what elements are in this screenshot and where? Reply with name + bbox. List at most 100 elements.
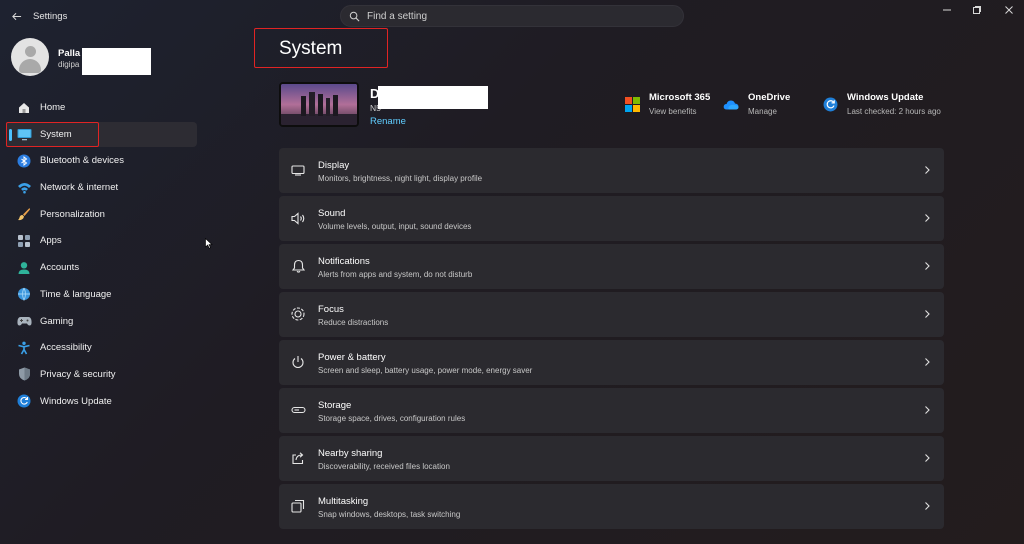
quick-link-title: Microsoft 365 [649,92,711,103]
home-icon [16,100,32,116]
close-button[interactable] [994,2,1024,18]
restore-icon [973,6,981,14]
brush-icon [16,206,32,222]
settings-card-sound[interactable]: Sound Volume levels, output, input, soun… [279,196,944,241]
windows-update-icon [822,96,838,112]
sidebar-item-label: Bluetooth & devices [40,155,124,167]
wallpaper-image [281,84,357,125]
wifi-icon [16,180,32,196]
redaction-box [82,48,151,75]
onedrive-icon [723,96,739,112]
avatar-head [25,46,36,57]
chevron-right-icon [925,502,930,510]
update-icon [16,393,32,409]
display-icon [290,162,306,178]
sidebar-item-label: Accounts [40,262,80,274]
storage-icon [290,402,306,418]
sidebar-item-network[interactable]: Network & internet [6,175,197,200]
settings-card-power-battery[interactable]: Power & battery Screen and sleep, batter… [279,340,944,385]
chevron-right-icon [925,454,930,462]
rename-link[interactable]: Rename [370,116,406,127]
chevron-right-icon [925,310,930,318]
back-button[interactable] [8,8,24,24]
settings-window: Settings Palla digipa Home [0,0,1024,544]
sidebar-item-label: Personalization [40,208,105,220]
sidebar-item-personalization[interactable]: Personalization [6,202,197,227]
chevron-right-icon [925,358,930,366]
sidebar-item-apps[interactable]: Apps [6,228,197,253]
card-title: Storage [318,400,352,411]
speaker-icon [290,210,306,226]
bell-icon [290,258,306,274]
highlight-box-title [254,28,388,68]
person-icon [16,260,32,276]
mouse-cursor [205,236,213,254]
power-icon [290,354,306,370]
avatar[interactable] [11,38,49,76]
card-title: Display [318,160,350,171]
bluetooth-icon [16,153,32,169]
close-icon [1005,6,1013,14]
quick-link-subtitle: Manage [748,107,777,116]
quick-link-title: Windows Update [847,92,924,103]
settings-card-multitasking[interactable]: Multitasking Snap windows, desktops, tas… [279,484,944,529]
card-subtitle: Alerts from apps and system, do not dist… [318,270,473,279]
minimize-icon [943,9,951,11]
quick-link-subtitle: View benefits [649,107,697,116]
settings-card-notifications[interactable]: Notifications Alerts from apps and syste… [279,244,944,289]
sidebar-item-label: Gaming [40,315,74,327]
maximize-button[interactable] [962,2,992,18]
chevron-right-icon [925,166,930,174]
user-name: Palla [58,48,81,59]
globe-clock-icon [16,286,32,302]
sidebar-item-label: Apps [40,235,62,247]
settings-card-nearby-sharing[interactable]: Nearby sharing Discoverability, received… [279,436,944,481]
sidebar-item-label: Network & internet [40,182,119,194]
sidebar-item-gaming[interactable]: Gaming [6,309,197,334]
card-title: Nearby sharing [318,448,383,459]
user-email: digipa [58,60,80,69]
quick-link-onedrive[interactable]: OneDrive Manage [723,92,790,116]
highlight-box-system-nav [6,122,99,147]
search-icon [349,11,360,22]
quick-link-title: OneDrive [748,92,791,103]
card-subtitle: Snap windows, desktops, task switching [318,510,461,519]
quick-link-microsoft-365[interactable]: Microsoft 365 View benefits [624,92,710,116]
settings-card-display[interactable]: Display Monitors, brightness, night ligh… [279,148,944,193]
card-subtitle: Screen and sleep, battery usage, power m… [318,366,533,375]
sidebar-item-time-language[interactable]: Time & language [6,282,197,307]
pointer-icon [205,237,213,249]
chevron-right-icon [925,406,930,414]
settings-card-focus[interactable]: Focus Reduce distractions [279,292,944,337]
gamepad-icon [16,313,32,329]
sidebar-item-accessibility[interactable]: Accessibility [6,335,197,360]
card-title: Multitasking [318,496,369,507]
sidebar-item-privacy-security[interactable]: Privacy & security [6,362,197,387]
apps-icon [16,233,32,249]
card-subtitle: Reduce distractions [318,318,389,327]
multitasking-icon [290,498,306,514]
card-title: Focus [318,304,344,315]
settings-card-storage[interactable]: Storage Storage space, drives, configura… [279,388,944,433]
sidebar-item-bluetooth[interactable]: Bluetooth & devices [6,148,197,173]
card-title: Power & battery [318,352,386,363]
app-title: Settings [33,11,68,22]
sidebar-item-label: Accessibility [40,342,92,354]
title-bar: Settings [0,0,1024,32]
avatar-body [19,59,41,73]
sidebar-item-label: Privacy & security [40,368,116,380]
share-icon [290,450,306,466]
chevron-right-icon [925,214,930,222]
search-input[interactable] [367,8,667,24]
minimize-button[interactable] [932,2,962,18]
sidebar-item-accounts[interactable]: Accounts [6,255,197,280]
search-box[interactable] [340,5,684,27]
sidebar-item-windows-update[interactable]: Windows Update [6,389,197,414]
sidebar-item-home[interactable]: Home [6,95,197,120]
card-subtitle: Discoverability, received files location [318,462,450,471]
sidebar-item-label: Home [40,102,66,113]
quick-link-subtitle: Last checked: 2 hours ago [847,107,941,116]
shield-icon [16,366,32,382]
quick-link-windows-update[interactable]: Windows Update Last checked: 2 hours ago [822,92,941,116]
card-subtitle: Monitors, brightness, night light, displ… [318,174,483,183]
